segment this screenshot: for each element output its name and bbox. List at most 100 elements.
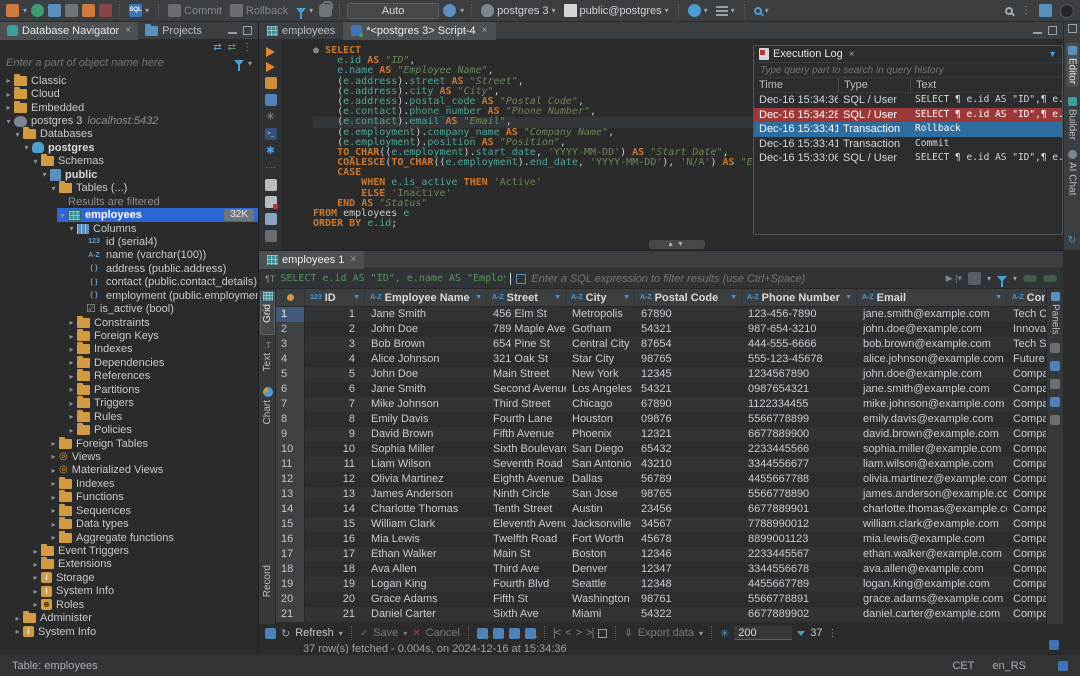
navigator-menu-icon[interactable]: ⋮ <box>242 42 252 53</box>
table-row[interactable]: 7 7 Mike Johnson Third Street Chicago 67890 11… <box>276 397 1046 412</box>
grid-cell[interactable]: Jane Smith <box>365 382 487 397</box>
tree-chevron-icon[interactable]: ▸ <box>12 627 23 636</box>
grid-cell[interactable]: Company N <box>1007 562 1046 577</box>
grid-cell[interactable]: Second Avenue <box>487 382 566 397</box>
grid-cell[interactable]: Mia Lewis <box>365 532 487 547</box>
sort-dropdown-icon[interactable]: ▼ <box>353 289 360 306</box>
table-row[interactable]: 5 5 John Doe Main Street New York 12345 123456… <box>276 367 1046 382</box>
tab-employees-editor[interactable]: employees <box>259 22 343 40</box>
grid-cell[interactable]: Fourth Lane <box>487 412 566 427</box>
log-row[interactable]: Dec-16 15:34:36 SQL / User SELECT ¶ e.id A… <box>754 93 1062 108</box>
filter-dropdown-icon[interactable]: ▾ <box>248 59 252 68</box>
grid-cell[interactable]: Emily Davis <box>365 412 487 427</box>
collapse-icon[interactable]: ▼ <box>1048 49 1057 59</box>
grid-cell[interactable]: 3344556677 <box>742 457 857 472</box>
tree-item-databases[interactable]: ▾ Databases <box>0 127 258 141</box>
fetch-size-input[interactable] <box>734 626 793 640</box>
tab-employees-result[interactable]: employees 1 × <box>259 250 365 269</box>
table-row[interactable]: 13 13 James Anderson Ninth Circle San Jose 98… <box>276 487 1046 502</box>
tree-chevron-icon[interactable]: ▸ <box>66 358 77 367</box>
grid-cell[interactable]: New York <box>566 367 635 382</box>
tree-item-schemas[interactable]: ▾ Schemas <box>0 154 258 168</box>
grid-cell[interactable]: 1 <box>305 307 365 322</box>
grid-cell[interactable]: Third Ave <box>487 562 566 577</box>
tree-chevron-icon[interactable]: ▸ <box>30 587 41 596</box>
row-number-cell[interactable]: 10 <box>276 442 305 457</box>
grid-cell[interactable]: Dallas <box>566 472 635 487</box>
prev-row-icon[interactable]: < <box>565 627 572 639</box>
tree-item-indexes[interactable]: ▸ Indexes <box>0 476 258 490</box>
grid-cell[interactable]: jane.smith@example.com <box>857 307 1007 322</box>
grid-cell[interactable]: 34567 <box>635 517 742 532</box>
grid-cell[interactable]: 12345 <box>635 367 742 382</box>
grid-cell[interactable]: Twelfth Road <box>487 532 566 547</box>
tree-item-event-triggers[interactable]: ▸ Event Triggers <box>0 544 258 557</box>
tab-editor[interactable]: Editor <box>1065 43 1079 88</box>
last-row-icon[interactable]: >| <box>586 627 594 639</box>
grid-cell[interactable]: 45678 <box>635 532 742 547</box>
table-row[interactable]: 20 20 Grace Adams Fifth St Washington 98761 55… <box>276 592 1046 607</box>
tab-builder[interactable]: Builder <box>1067 97 1078 140</box>
apply-filter-icon[interactable]: ▶ |▾ <box>946 273 962 284</box>
tree-item-name-varchar-100[interactable]: A-Z name (varchar(100)) <box>0 249 258 262</box>
tree-item-system-info[interactable]: ▸ i System Info <box>0 585 258 598</box>
grid-cell[interactable]: 321 Oak St <box>487 352 566 367</box>
table-row[interactable]: 3 3 Bob Brown 654 Pine St Central City 87654 4… <box>276 337 1046 352</box>
table-row[interactable]: 9 9 David Brown Fifth Avenue Phoenix 12321 667… <box>276 427 1046 442</box>
grid-cell[interactable]: mia.lewis@example.com <box>857 532 1007 547</box>
add-row-icon[interactable] <box>476 627 490 642</box>
grid-cell[interactable]: 98765 <box>635 352 742 367</box>
close-icon[interactable]: × <box>482 25 488 36</box>
grid-cell[interactable]: bob.brown@example.com <box>857 337 1007 352</box>
grid-cell[interactable]: Company P <box>1007 592 1046 607</box>
commit-mode-select[interactable]: Auto <box>347 2 440 19</box>
network-profile-button[interactable]: ▾ <box>686 2 710 20</box>
tree-item-classic[interactable]: ▸ Classic <box>0 73 258 87</box>
grid-cell[interactable]: Future Inc <box>1007 352 1046 367</box>
timezone-indicator[interactable]: CET <box>952 660 974 672</box>
grid-cell[interactable]: 6677889900 <box>742 427 857 442</box>
grid-cell[interactable]: Bob Brown <box>365 337 487 352</box>
refresh-icon[interactable]: ↻ <box>281 627 290 640</box>
grid-cell[interactable]: Seattle <box>566 577 635 592</box>
grid-cell[interactable]: Company B <box>1007 382 1046 397</box>
log-search-input[interactable] <box>760 64 1056 76</box>
open-connection-icon[interactable] <box>48 4 62 17</box>
grid-cell[interactable]: 98761 <box>635 592 742 607</box>
grid-cell[interactable]: 15 <box>305 517 365 532</box>
commit-button[interactable]: Commit <box>166 2 224 20</box>
object-filter-input[interactable] <box>6 57 230 69</box>
grid-cell[interactable]: john.doe@example.com <box>857 367 1007 382</box>
reconnect-icon[interactable] <box>31 4 45 17</box>
grid-cell[interactable]: James Anderson <box>365 487 487 502</box>
grid-cell[interactable]: john.doe@example.com <box>857 322 1007 337</box>
tab-ai-chat[interactable]: AI Chat <box>1067 150 1078 196</box>
script-error-icon[interactable] <box>264 196 278 209</box>
grid-cell[interactable]: Grace Adams <box>365 592 487 607</box>
grid-cell[interactable]: Fifth Avenue <box>487 427 566 442</box>
log-row[interactable]: Dec-16 15:34:28 SQL / User SELECT ¶ e.id A… <box>754 107 1062 123</box>
grid-cell[interactable]: william.clark@example.com <box>857 517 1007 532</box>
tree-chevron-icon[interactable]: ▸ <box>66 385 77 394</box>
grid-cell[interactable]: olivia.martinez@example.com <box>857 472 1007 487</box>
rollback-button[interactable]: Rollback <box>228 2 290 20</box>
tree-item-foreign-tables[interactable]: ▸ Foreign Tables <box>0 436 258 450</box>
tree-item-references[interactable]: ▸ References <box>0 369 258 383</box>
ai-assistant-icon[interactable]: ✳ <box>265 111 277 123</box>
grid-cell[interactable]: John Doe <box>365 367 487 382</box>
tree-chevron-icon[interactable]: ▸ <box>48 493 59 502</box>
sort-dropdown-icon[interactable]: ▼ <box>730 289 737 306</box>
grid-cell[interactable]: Company E <box>1007 427 1046 442</box>
new-script-icon[interactable] <box>264 179 277 191</box>
tree-item-views[interactable]: ▸ ◎ Views <box>0 450 258 463</box>
filter-menu-icon[interactable] <box>996 275 1007 287</box>
tab-chart[interactable]: Chart <box>260 387 275 435</box>
grid-cell[interactable]: Sophia Miller <box>365 442 487 457</box>
link-editor-icon[interactable]: ⇄ <box>213 42 221 53</box>
zoom-button[interactable]: ▾ <box>752 2 771 20</box>
delete-connection-icon[interactable] <box>99 4 113 17</box>
row-number-cell[interactable]: 2 <box>276 322 305 337</box>
column-header-company[interactable]: A-ZCompany▼ <box>1007 289 1046 306</box>
disconnect-icon[interactable] <box>65 4 79 17</box>
grid-cell[interactable]: Ethan Walker <box>365 547 487 562</box>
